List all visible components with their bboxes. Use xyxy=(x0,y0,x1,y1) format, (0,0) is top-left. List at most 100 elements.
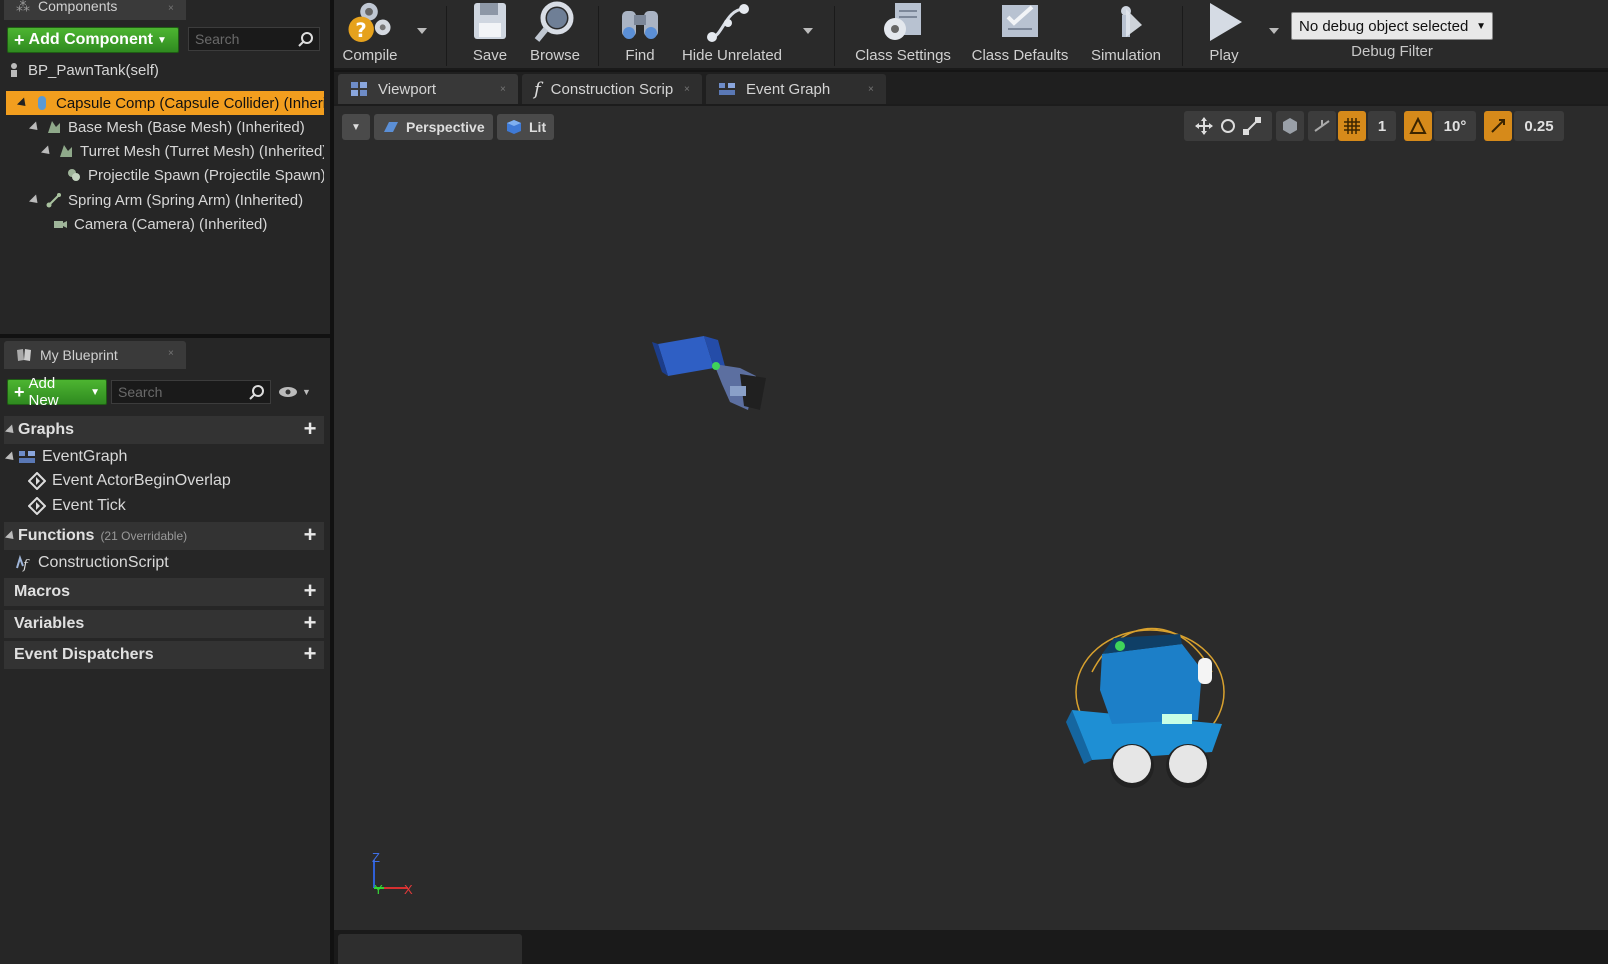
grid-size-select[interactable]: 1 xyxy=(1368,111,1396,141)
tree-item-camera[interactable]: Camera (Camera) (Inherited) xyxy=(6,212,324,236)
toolbar-separator xyxy=(446,6,447,66)
hide-unrelated-icon xyxy=(707,4,749,42)
graphs-section-header[interactable]: Graphs + xyxy=(4,416,324,444)
svg-text:f: f xyxy=(22,558,30,572)
perspective-icon xyxy=(384,122,398,132)
lit-cube-icon xyxy=(507,120,521,134)
tank-mesh[interactable] xyxy=(1062,614,1242,798)
expand-icon xyxy=(4,423,18,437)
toolbar-separator xyxy=(598,6,599,66)
macros-section-header[interactable]: Macros + xyxy=(4,578,324,606)
add-function-button[interactable]: + xyxy=(300,524,320,546)
compile-label: Compile xyxy=(342,47,398,64)
simulation-label: Simulation xyxy=(1090,47,1162,64)
view-options-button[interactable]: ▼ xyxy=(278,384,318,400)
self-row[interactable]: BP_PawnTank(self) xyxy=(6,58,324,82)
components-tab[interactable]: ⁂ Components × xyxy=(4,0,186,20)
tree-item-label: Turret Mesh (Turret Mesh) (Inherited) xyxy=(80,142,324,160)
tree-item-capsule[interactable]: Capsule Comp (Capsule Collider) (Inherit… xyxy=(6,91,324,115)
compile-icon: ? xyxy=(348,2,391,42)
event-graph-item[interactable]: EventGraph xyxy=(4,445,324,469)
rotate-icon[interactable] xyxy=(1216,116,1240,136)
construction-script-label: ConstructionScript xyxy=(38,554,169,571)
add-graph-button[interactable]: + xyxy=(300,418,320,440)
blueprint-search-input[interactable]: Search xyxy=(111,380,271,404)
variables-section-header[interactable]: Variables + xyxy=(4,610,324,638)
perspective-button[interactable]: Perspective xyxy=(374,114,493,140)
camera-component-mesh[interactable] xyxy=(644,324,784,434)
expand-icon xyxy=(16,96,30,110)
surface-snap-toggle[interactable] xyxy=(1308,111,1336,141)
class-defaults-icon xyxy=(1002,5,1038,37)
compile-options-dropdown[interactable] xyxy=(417,28,427,34)
close-icon[interactable]: × xyxy=(500,85,510,95)
hide-unrelated-label: Hide Unrelated xyxy=(681,47,783,64)
debug-object-select[interactable]: No debug object selected ▼ xyxy=(1291,12,1493,40)
expand-icon xyxy=(4,529,18,543)
find-button[interactable]: Find xyxy=(610,0,670,70)
simulation-button[interactable]: Simulation xyxy=(1082,0,1170,70)
tab-event-graph[interactable]: Event Graph × xyxy=(706,74,886,104)
hide-unrelated-dropdown[interactable] xyxy=(803,28,813,34)
close-icon[interactable]: × xyxy=(168,349,178,359)
cube-icon xyxy=(1283,118,1297,134)
add-dispatcher-button[interactable]: + xyxy=(300,643,320,665)
dispatchers-section-header[interactable]: Event Dispatchers + xyxy=(4,641,324,669)
add-variable-button[interactable]: + xyxy=(300,612,320,634)
play-options-dropdown[interactable] xyxy=(1269,28,1279,34)
self-label: BP_PawnTank(self) xyxy=(28,61,159,79)
scale-snap-toggle[interactable] xyxy=(1484,111,1512,141)
graphs-label: Graphs xyxy=(18,421,75,438)
viewport-options-button[interactable]: ▼ xyxy=(342,114,370,140)
scene-component-icon xyxy=(68,169,80,181)
rotation-snap-toggle[interactable] xyxy=(1404,111,1432,141)
browse-button[interactable]: Browse xyxy=(524,0,586,70)
translate-icon[interactable] xyxy=(1192,116,1216,136)
lit-button[interactable]: Lit xyxy=(497,114,555,140)
expand-icon xyxy=(40,144,54,158)
tree-item-turret-mesh[interactable]: Turret Mesh (Turret Mesh) (Inherited) xyxy=(6,139,324,163)
close-icon[interactable]: × xyxy=(868,85,878,95)
tree-item-label: Camera (Camera) (Inherited) xyxy=(74,215,268,233)
play-button[interactable]: Play xyxy=(1192,0,1256,70)
expand-icon xyxy=(4,450,18,464)
save-label: Save xyxy=(472,47,508,64)
compile-button[interactable]: ? Compile xyxy=(338,0,402,70)
tree-item-label: Base Mesh (Base Mesh) (Inherited) xyxy=(68,118,305,136)
chevron-down-icon: ▼ xyxy=(351,121,361,133)
tab-viewport[interactable]: Viewport × xyxy=(338,74,518,104)
tab-viewport-label: Viewport xyxy=(378,80,437,98)
close-icon[interactable]: × xyxy=(684,85,694,95)
save-button[interactable]: Save xyxy=(462,0,518,70)
class-settings-button[interactable]: Class Settings xyxy=(848,0,958,70)
tree-item-projectile-spawn[interactable]: Projectile Spawn (Projectile Spawn) (Inh… xyxy=(6,163,324,187)
close-icon[interactable]: × xyxy=(168,4,178,14)
add-new-button[interactable]: + Add New ▼ xyxy=(7,375,107,409)
tab-construction-script[interactable]: f Construction Scrip × xyxy=(522,74,702,104)
viewport[interactable]: ▼ Perspective Lit 1 10° 0.25 Z Y X xyxy=(334,104,1608,930)
browse-icon xyxy=(534,1,574,42)
event-diamond-icon xyxy=(28,497,46,515)
functions-overridable-count: (21 Overridable) xyxy=(100,529,188,543)
capsule-icon xyxy=(38,96,46,110)
add-component-button[interactable]: + Add Component ▼ xyxy=(7,27,179,53)
spring-arm-icon xyxy=(46,193,61,208)
construction-script-item[interactable]: f ConstructionScript xyxy=(4,551,324,575)
rotation-snap-select[interactable]: 10° xyxy=(1434,111,1476,141)
class-defaults-button[interactable]: Class Defaults xyxy=(968,0,1072,70)
my-blueprint-tab[interactable]: My Blueprint × xyxy=(4,341,186,369)
scale-icon[interactable] xyxy=(1240,116,1264,136)
scale-snap-select[interactable]: 0.25 xyxy=(1514,111,1564,141)
tree-item-base-mesh[interactable]: Base Mesh (Base Mesh) (Inherited) xyxy=(6,115,324,139)
debug-filter-label: Debug Filter xyxy=(1351,43,1433,60)
hide-unrelated-button[interactable]: Hide Unrelated xyxy=(678,0,786,70)
world-local-toggle[interactable] xyxy=(1276,111,1304,141)
functions-section-header[interactable]: Functions (21 Overridable) + xyxy=(4,522,324,550)
bottom-tab[interactable] xyxy=(338,934,522,964)
grid-snap-toggle[interactable] xyxy=(1338,111,1366,141)
event-item[interactable]: Event Tick xyxy=(4,494,324,518)
components-search-input[interactable]: Search xyxy=(188,27,320,51)
add-macro-button[interactable]: + xyxy=(300,580,320,602)
tree-item-spring-arm[interactable]: Spring Arm (Spring Arm) (Inherited) xyxy=(6,188,324,212)
event-item[interactable]: Event ActorBeginOverlap xyxy=(4,469,324,493)
